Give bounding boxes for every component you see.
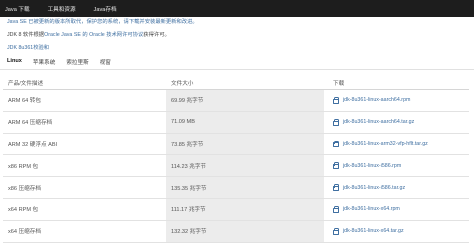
intro-line-2: JDK 8 软件根据Oracle Java SE 的 Oracle 技术网许可协… <box>7 32 467 39</box>
row-description: ARM 32 硬浮点 ABI <box>8 141 58 148</box>
top-nav: Java 下载 工具和资源 Java存档 <box>5 5 117 13</box>
table-row: ARM 64 转包 69.99 兆字节 jdk-8u361-linux-aarc… <box>3 90 469 112</box>
license-link[interactable]: Oracle Java SE 的 Oracle 技术网许可协议 <box>44 32 143 38</box>
table-header: 产品/文件描述 文件大小 下载 <box>3 77 469 90</box>
row-file-size: 73.85 兆字节 <box>166 133 324 155</box>
row-download: jdk-8u361-linux-aarch64.tar.gz <box>324 112 469 133</box>
lock-icon <box>333 140 339 148</box>
checksum-link[interactable]: JDK 8u361校验和 <box>7 45 49 51</box>
header-download: 下载 <box>333 81 345 87</box>
lock-icon <box>333 227 339 235</box>
row-download: jdk-8u361-linux-x64.tar.gz <box>324 221 469 242</box>
row-download: jdk-8u361-linux-i586.rpm <box>324 155 469 176</box>
row-description: x64 RPM 包 <box>8 207 39 214</box>
intro-notice-link[interactable]: Java SE 已被更新的版本所取代，保护您的系统，请下载并安装最新更新和改进。 <box>7 19 198 25</box>
table-row: x86 RPM 包 114.23 兆字节 jdk-8u361-linux-i58… <box>3 155 469 178</box>
row-file-size: 111.17 兆字节 <box>166 198 324 220</box>
nav-java-download[interactable]: Java 下载 <box>5 5 30 13</box>
row-download: jdk-8u361-linux-aarch64.rpm <box>324 90 469 111</box>
row-download: jdk-8u361-linux-x64.rpm <box>324 199 469 220</box>
row-description: x86 RPM 包 <box>8 163 39 170</box>
license-suffix: 获得许可。 <box>143 32 170 38</box>
lock-icon <box>333 118 339 126</box>
row-file-size: 69.99 兆字节 <box>166 90 324 111</box>
header-description: 产品/文件描述 <box>8 81 44 87</box>
row-file-size: 71.09 MB <box>166 111 324 133</box>
header-file-size: 文件大小 <box>171 81 194 87</box>
row-file-size: 132.32 兆字节 <box>166 220 324 242</box>
row-description: ARM 64 压缩存档 <box>8 120 53 127</box>
table-row: ARM 32 硬浮点 ABI 73.85 兆字节 jdk-8u361-linux… <box>3 133 469 156</box>
nav-tools-resources[interactable]: 工具和资源 <box>48 5 76 13</box>
nav-java-archive[interactable]: Java存档 <box>94 5 117 13</box>
download-link[interactable]: jdk-8u361-linux-i586.tar.gz <box>343 185 405 191</box>
intro-line-1: Java SE 已被更新的版本所取代，保护您的系统，请下载并安装最新更新和改进。 <box>7 19 467 26</box>
row-file-size: 114.23 兆字节 <box>166 155 324 177</box>
table-row: x86 压缩存档 135.35 兆字节 jdk-8u361-linux-i586… <box>3 177 469 199</box>
download-link[interactable]: jdk-8u361-linux-arm32-vfp-hflt.tar.gz <box>343 141 428 147</box>
intro-line-3: JDK 8u361校验和 <box>7 45 467 52</box>
download-link[interactable]: jdk-8u361-linux-x64.tar.gz <box>343 228 404 234</box>
top-navigation-bar: Java 下载 工具和资源 Java存档 <box>0 0 474 17</box>
lock-icon <box>333 184 339 192</box>
row-file-size: 135.35 兆字节 <box>166 177 324 198</box>
intro-section: Java SE 已被更新的版本所取代，保护您的系统，请下载并安装最新更新和改进。… <box>7 19 467 58</box>
download-table: 产品/文件描述 文件大小 下载 ARM 64 转包 69.99 兆字节 jdk-… <box>3 77 469 243</box>
row-download: jdk-8u361-linux-arm32-vfp-hflt.tar.gz <box>324 134 469 155</box>
row-description: ARM 64 转包 <box>8 98 41 105</box>
download-link[interactable]: jdk-8u361-linux-aarch64.tar.gz <box>343 119 414 125</box>
download-link[interactable]: jdk-8u361-linux-x64.rpm <box>343 206 400 212</box>
download-link[interactable]: jdk-8u361-linux-i586.rpm <box>343 163 401 169</box>
lock-icon <box>333 97 339 104</box>
row-description: x64 压缩存档 <box>8 229 41 236</box>
row-description: x86 压缩存档 <box>8 185 41 192</box>
row-download: jdk-8u361-linux-i586.tar.gz <box>324 177 469 198</box>
table-row: x64 压缩存档 132.32 兆字节 jdk-8u361-linux-x64.… <box>3 220 469 243</box>
tab-divider <box>0 69 474 70</box>
license-prefix: JDK 8 软件根据 <box>7 32 45 38</box>
lock-icon <box>333 206 339 213</box>
table-row: ARM 64 压缩存档 71.09 MB jdk-8u361-linux-aar… <box>3 111 469 134</box>
table-row: x64 RPM 包 111.17 兆字节 jdk-8u361-linux-x64… <box>3 198 469 221</box>
download-link[interactable]: jdk-8u361-linux-aarch64.rpm <box>343 97 410 103</box>
lock-icon <box>333 162 339 170</box>
